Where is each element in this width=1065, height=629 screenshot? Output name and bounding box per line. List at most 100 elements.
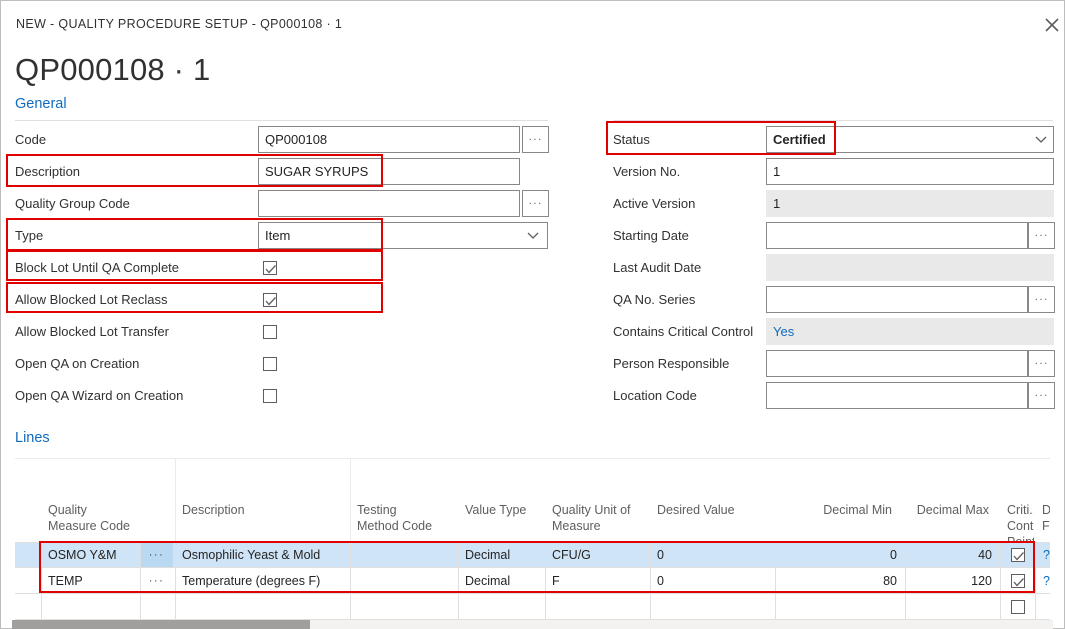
column-header-description[interactable]: Description xyxy=(182,502,350,542)
table-row[interactable]: OSMO Y&M ··· Osmophilic Yeast & Mold Decima… xyxy=(15,542,1050,568)
checkbox-critical-control-point[interactable] xyxy=(1011,548,1025,562)
field-row-active-version: Active Version 1 xyxy=(613,190,1055,217)
checkbox-critical-control-point[interactable] xyxy=(1011,600,1025,614)
cell-divider xyxy=(140,594,141,620)
field-row-contains-critical-control: Contains Critical Control Yes xyxy=(613,318,1055,345)
column-header-decimal-min[interactable]: Decimal Min xyxy=(775,502,892,542)
field-row-location-code: Location Code ··· xyxy=(613,382,1055,409)
clipped-column-value: ? xyxy=(1043,574,1050,588)
assist-button-code[interactable]: ··· xyxy=(522,126,549,153)
cell-divider xyxy=(650,542,651,568)
column-header-d-f[interactable]: D F xyxy=(1042,502,1050,542)
assist-button-starting-date[interactable]: ··· xyxy=(1028,222,1055,249)
chevron-down-icon-type[interactable] xyxy=(520,222,546,249)
table-row[interactable] xyxy=(15,594,1050,620)
cell-divider xyxy=(775,594,776,620)
input-location-code[interactable] xyxy=(766,382,1028,409)
cell-testing-method-code[interactable] xyxy=(350,594,458,620)
cell-divider xyxy=(458,568,459,594)
horizontal-scrollbar[interactable] xyxy=(12,620,1053,629)
cell-testing-method-code[interactable] xyxy=(350,568,458,594)
cell-description[interactable]: Osmophilic Yeast & Mold xyxy=(175,542,350,568)
cell-value-type[interactable] xyxy=(458,594,545,620)
field-row-version-no: Version No. 1 xyxy=(613,158,1055,185)
input-description[interactable]: SUGAR SYRUPS xyxy=(258,158,520,185)
column-header-quality-unit-of-measure[interactable]: Quality Unit of Measure xyxy=(552,502,650,542)
input-version-no[interactable]: 1 xyxy=(766,158,1054,185)
cell-description[interactable]: Temperature (degrees F) xyxy=(175,568,350,594)
cell-quality-unit-of-measure[interactable]: F xyxy=(545,568,650,594)
cell-quality-measure-code[interactable]: OSMO Y&M xyxy=(41,542,140,568)
input-status[interactable]: Certified xyxy=(766,126,1054,153)
field-row-allow-blocked-lot-reclass: Allow Blocked Lot Reclass xyxy=(15,286,548,313)
grid-top-divider xyxy=(15,458,1050,459)
cell-quality-unit-of-measure[interactable]: CFU/G xyxy=(545,542,650,568)
cell-divider xyxy=(1000,542,1001,568)
column-header-quality-measure-code[interactable]: Quality Measure Code xyxy=(48,502,140,542)
table-row[interactable]: TEMP ··· Temperature (degrees F) Decimal F 0 8… xyxy=(15,568,1050,594)
cell-decimal-min[interactable]: 0 xyxy=(775,542,905,568)
cell-decimal-max[interactable]: 120 xyxy=(905,568,1000,594)
cell-divider xyxy=(458,594,459,620)
input-person-responsible[interactable] xyxy=(766,350,1028,377)
cell-value-type[interactable]: Decimal xyxy=(458,542,545,568)
cell-decimal-min[interactable] xyxy=(775,594,905,620)
cell-quality-measure-code[interactable]: TEMP xyxy=(41,568,140,594)
row-divider xyxy=(15,542,1050,543)
checkbox-allow-blocked-lot-reclass[interactable] xyxy=(263,293,277,307)
cell-decimal-min[interactable]: 80 xyxy=(775,568,905,594)
column-header-criti-contro-point[interactable]: Criti... Contro Point xyxy=(1007,502,1034,542)
cell-divider xyxy=(175,594,176,620)
assist-button-quality-group-code[interactable]: ··· xyxy=(522,190,549,217)
field-label-allow-blocked-lot-reclass: Allow Blocked Lot Reclass xyxy=(15,292,168,307)
assist-button-location-code[interactable]: ··· xyxy=(1028,382,1055,409)
drilldown-ellipsis-button[interactable] xyxy=(140,594,173,620)
column-header-value-type[interactable]: Value Type xyxy=(465,502,545,542)
column-header-desired-value[interactable]: Desired Value xyxy=(657,502,775,542)
scrollbar-thumb[interactable] xyxy=(12,620,310,629)
column-header-decimal-max[interactable]: Decimal Max xyxy=(905,502,989,542)
cell-decimal-max[interactable]: 40 xyxy=(905,542,1000,568)
cell-divider xyxy=(905,568,906,594)
field-row-type: Type Item xyxy=(15,222,548,249)
cell-testing-method-code[interactable] xyxy=(350,542,458,568)
field-row-last-audit-date: Last Audit Date xyxy=(613,254,1055,281)
cell-desired-value[interactable]: 0 xyxy=(650,542,775,568)
checkbox-block-lot-until-qa-complete[interactable] xyxy=(263,261,277,275)
cell-quality-measure-code[interactable] xyxy=(41,594,140,620)
assist-button-person-responsible[interactable]: ··· xyxy=(1028,350,1055,377)
field-label-version-no: Version No. xyxy=(613,164,681,179)
cell-divider xyxy=(41,542,42,568)
chevron-down-icon-status[interactable] xyxy=(1028,126,1054,153)
field-row-description: Description SUGAR SYRUPS xyxy=(15,158,548,185)
window-titlebar: NEW - QUALITY PROCEDURE SETUP - QP000108… xyxy=(0,0,1065,46)
assist-button-qa-no-series[interactable]: ··· xyxy=(1028,286,1055,313)
input-last-audit-date xyxy=(766,254,1054,281)
field-row-block-lot-until-qa-complete: Block Lot Until QA Complete xyxy=(15,254,548,281)
cell-value-type[interactable]: Decimal xyxy=(458,568,545,594)
cell-desired-value[interactable]: 0 xyxy=(650,568,775,594)
cell-quality-unit-of-measure[interactable] xyxy=(545,594,650,620)
section-heading-general[interactable]: General xyxy=(15,96,67,112)
checkbox-allow-blocked-lot-transfer[interactable] xyxy=(263,325,277,339)
input-code[interactable]: QP000108 xyxy=(258,126,520,153)
checkbox-open-qa-on-creation[interactable] xyxy=(263,357,277,371)
cell-desired-value[interactable] xyxy=(650,594,775,620)
checkbox-open-qa-wizard-on-creation[interactable] xyxy=(263,389,277,403)
input-starting-date[interactable] xyxy=(766,222,1028,249)
cell-divider xyxy=(775,542,776,568)
drilldown-ellipsis-button[interactable]: ··· xyxy=(140,568,173,594)
input-type[interactable]: Item xyxy=(258,222,548,249)
cell-decimal-max[interactable] xyxy=(905,594,1000,620)
column-header-testing-method-code[interactable]: Testing Method Code xyxy=(357,502,458,542)
section-heading-lines[interactable]: Lines xyxy=(15,430,50,446)
drilldown-ellipsis-button[interactable]: ··· xyxy=(140,542,173,568)
column-separator xyxy=(350,458,351,542)
close-icon[interactable] xyxy=(1038,11,1065,39)
checkbox-critical-control-point[interactable] xyxy=(1011,574,1025,588)
cell-description[interactable] xyxy=(175,594,350,620)
input-quality-group-code[interactable] xyxy=(258,190,520,217)
cell-divider xyxy=(350,568,351,594)
cell-divider xyxy=(350,594,351,620)
input-qa-no-series[interactable] xyxy=(766,286,1028,313)
